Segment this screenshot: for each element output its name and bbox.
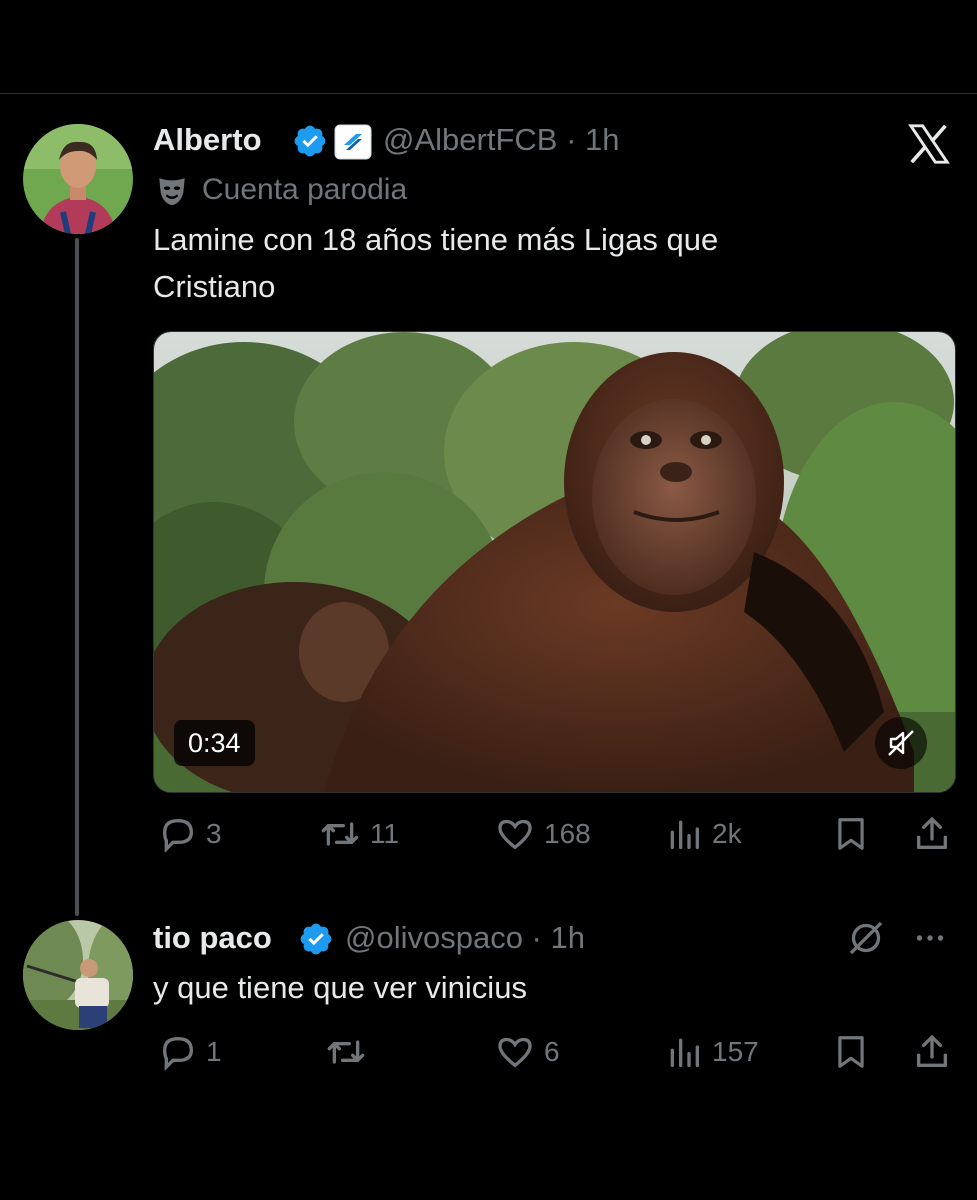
tweet-text-line-1: Lamine con 18 años tiene más Ligas que [153,222,719,257]
reply-author-avatar[interactable] [23,920,133,1030]
author-handle-time[interactable]: @AlbertFCB · 1h [383,122,619,158]
x-logo-icon [907,124,951,169]
parody-account-label: Cuenta parodia [202,173,408,206]
like-button[interactable]: 168 [494,814,591,854]
mute-icon [888,730,914,756]
reply-views-button[interactable]: 157 [664,1032,759,1072]
reply-icon [162,1036,194,1072]
like-icon [498,819,532,850]
reply-retweet-button[interactable] [324,1032,376,1072]
reply-like-count: 6 [544,1036,560,1067]
retweet-icon [327,1040,365,1064]
reply-icon [162,818,194,854]
reply-author-handle-time[interactable]: @olivospaco · 1h [345,920,585,956]
verified-badge-icon [298,921,334,962]
thread-connector-line [75,238,79,916]
views-button[interactable]: 2k [664,814,742,854]
retweet-icon [321,822,359,846]
more-icon[interactable] [910,920,950,961]
video-duration-badge: 0:34 [174,720,255,766]
video-player[interactable]: 0:34 [153,331,956,793]
reply-text: y que tiene que ver vinicius [153,970,527,1005]
views-icon [670,1038,699,1067]
reply-count: 3 [206,818,222,849]
reply-reply-button[interactable]: 1 [158,1032,222,1072]
reply-share-button[interactable] [912,1032,952,1072]
tweet-text-line-2: Cristiano [153,269,276,304]
bookmark-icon [838,1036,864,1068]
retweet-button[interactable]: 11 [318,814,399,854]
reply-like-button[interactable]: 6 [494,1032,560,1072]
bookmark-button[interactable] [832,814,870,854]
author-name[interactable]: Alberto [153,122,262,158]
retweet-count: 11 [370,818,400,849]
share-button[interactable] [912,814,952,854]
author-avatar[interactable] [23,124,133,234]
affiliate-badge-icon[interactable] [334,124,372,165]
like-count: 168 [544,818,591,849]
parody-mask-icon [155,174,189,213]
reply-button[interactable]: 3 [158,814,222,854]
bookmark-icon [838,818,864,850]
reply-reply-count: 1 [206,1036,222,1067]
video-frame [154,332,955,792]
grok-icon[interactable] [846,918,886,963]
verified-badge-icon [292,123,328,164]
share-icon [917,817,947,849]
views-icon [670,820,699,849]
views-count: 2k [712,818,742,849]
top-divider [0,93,977,94]
reply-bookmark-button[interactable] [832,1032,870,1072]
share-icon [917,1035,947,1067]
reply-author-name[interactable]: tio paco [153,920,272,956]
like-icon [498,1037,532,1068]
reply-views-count: 157 [712,1036,759,1067]
mute-button[interactable] [875,717,927,769]
